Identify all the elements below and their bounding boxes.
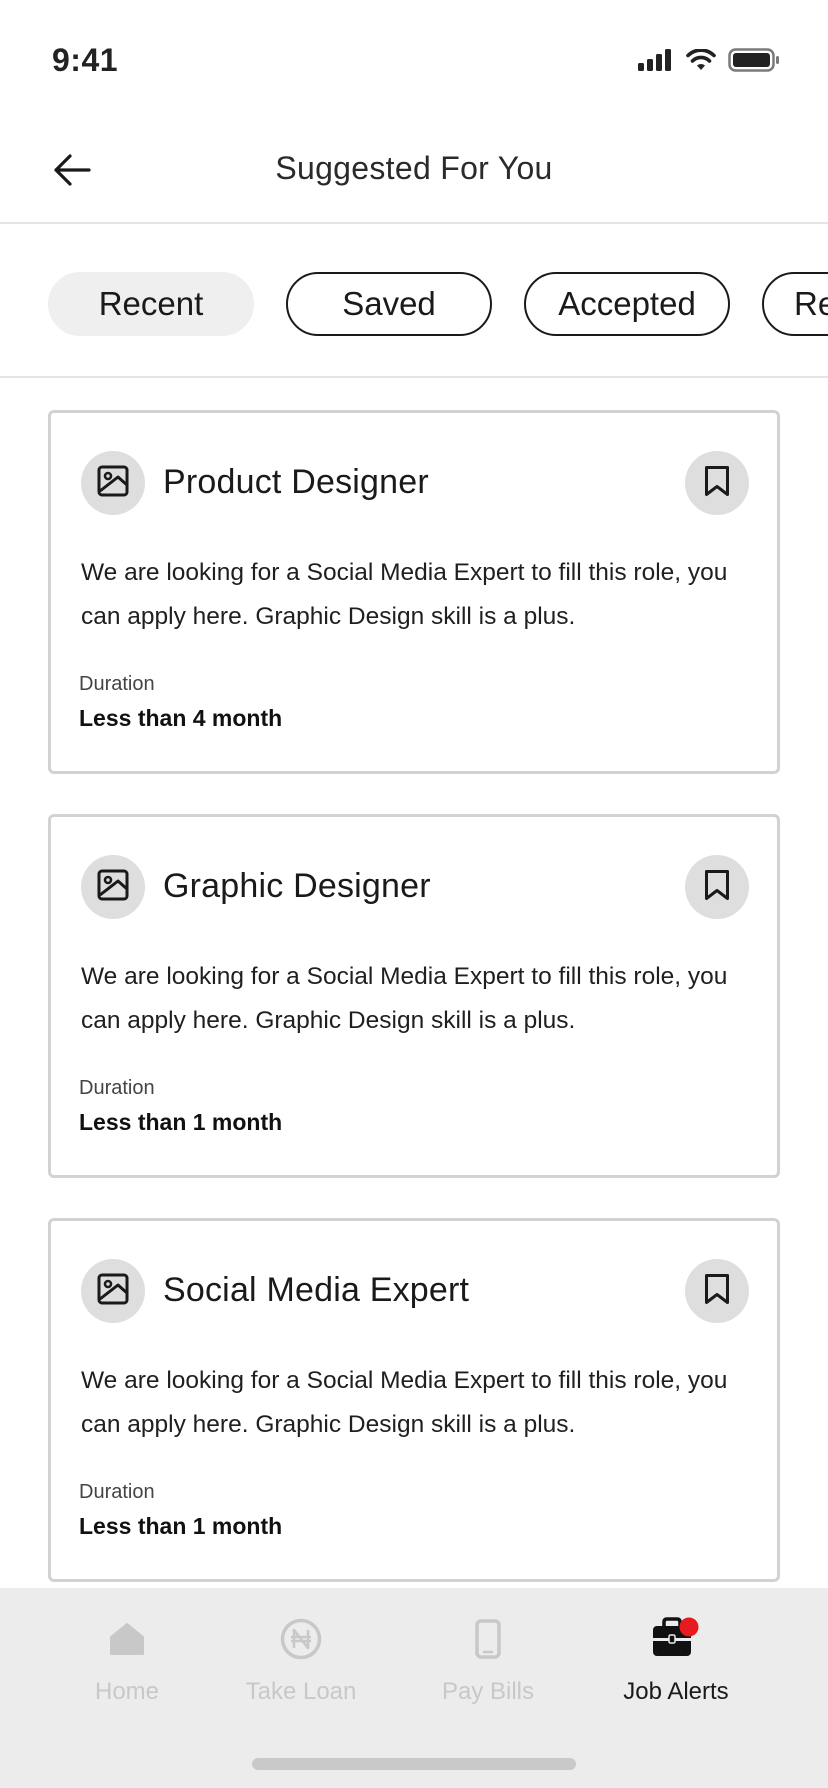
duration-value: Less than 1 month [79, 1109, 283, 1135]
nav-label: Job Alerts [623, 1678, 729, 1705]
nav-item-pay-bills[interactable]: Pay Bills [398, 1612, 578, 1706]
duration-label: Duration [79, 1481, 155, 1503]
header: Suggested For You [0, 120, 828, 224]
job-icon-circle [81, 855, 145, 919]
job-title: Graphic Designer [163, 867, 431, 905]
image-icon [97, 869, 129, 906]
status-bar: 9:41 [0, 0, 828, 120]
bookmark-button[interactable] [685, 451, 749, 515]
duration-value: Less than 4 month [79, 705, 283, 731]
bookmark-button[interactable] [685, 1259, 749, 1323]
page-title: Suggested For You [275, 150, 553, 186]
image-icon [97, 1273, 129, 1310]
bookmark-icon [704, 465, 730, 502]
bookmark-icon [704, 1273, 730, 1310]
status-time: 9:41 [52, 42, 119, 78]
nav-label: Pay Bills [441, 1678, 535, 1705]
job-icon-circle [81, 451, 145, 515]
job-title: Product Designer [163, 463, 429, 501]
home-indicator [252, 1758, 576, 1770]
briefcase-icon [586, 1612, 766, 1666]
wifi-icon [686, 48, 716, 76]
job-card[interactable]: Graphic Designer We are looking for a So… [48, 814, 780, 1178]
job-card[interactable]: Product Designer We are looking for a So… [48, 410, 780, 774]
bookmark-icon [704, 869, 730, 906]
job-icon-circle [81, 1259, 145, 1323]
nav-item-take-loan[interactable]: Take Loan [211, 1612, 391, 1706]
job-description: We are looking for a Social Media Expert… [81, 1367, 728, 1438]
image-icon [97, 465, 129, 502]
filter-tabs: Recent Saved Accepted Re [0, 224, 828, 378]
status-icons [638, 48, 780, 77]
tab-partial[interactable]: Re [762, 272, 828, 336]
job-description: We are looking for a Social Media Expert… [81, 963, 728, 1034]
duration-label: Duration [79, 673, 155, 695]
signal-icon [638, 49, 674, 76]
duration-value: Less than 1 month [79, 1513, 283, 1539]
duration-label: Duration [79, 1077, 155, 1099]
nav-item-home[interactable]: Home [37, 1612, 217, 1706]
job-card[interactable]: Social Media Expert We are looking for a… [48, 1218, 780, 1582]
tab-saved[interactable]: Saved [286, 272, 492, 336]
tab-recent[interactable]: Recent [48, 272, 254, 336]
job-description: We are looking for a Social Media Expert… [81, 559, 728, 630]
naira-icon [211, 1612, 391, 1666]
phone-icon [398, 1612, 578, 1666]
home-icon [37, 1612, 217, 1666]
nav-item-job-alerts[interactable]: Job Alerts [586, 1612, 766, 1706]
bookmark-button[interactable] [685, 855, 749, 919]
job-title: Social Media Expert [163, 1271, 470, 1309]
tab-accepted[interactable]: Accepted [524, 272, 730, 336]
nav-label: Take Loan [245, 1678, 357, 1705]
battery-icon [728, 48, 780, 77]
nav-label: Home [94, 1678, 160, 1705]
